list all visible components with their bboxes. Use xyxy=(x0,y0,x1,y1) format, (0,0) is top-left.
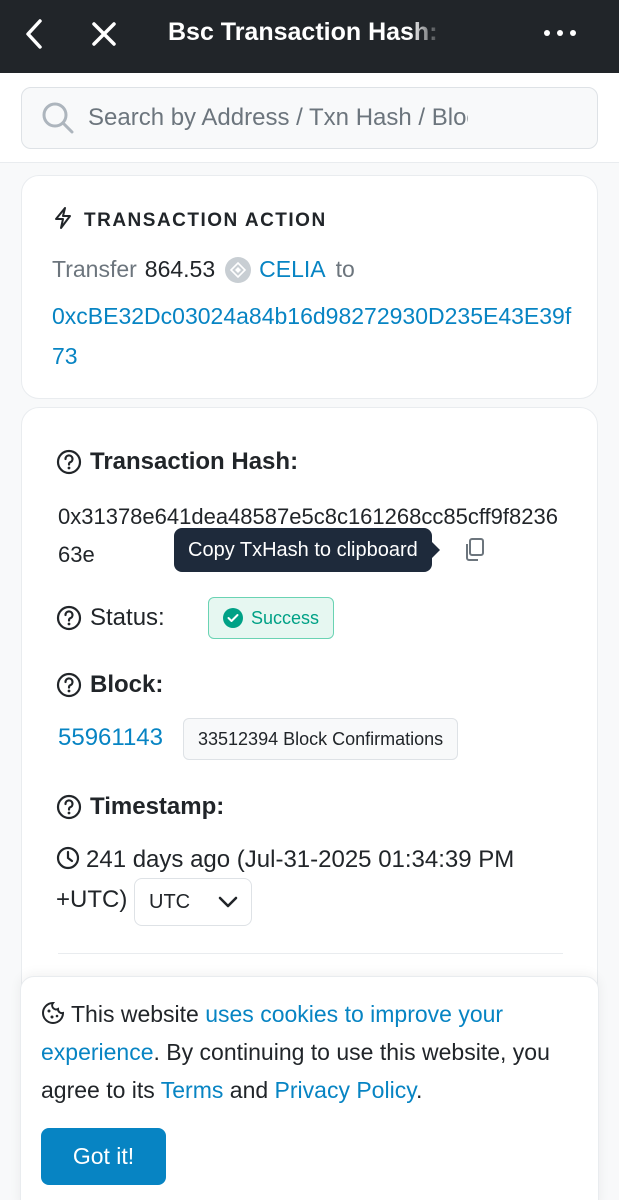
got-it-button[interactable]: Got it! xyxy=(41,1128,166,1185)
lightning-icon xyxy=(52,206,74,235)
cookie-text-and: and xyxy=(223,1077,275,1103)
cookie-icon xyxy=(41,1001,65,1025)
timestamp-text: 241 days ago (Jul-31-2025 01:34:39 PM +U… xyxy=(56,846,515,913)
transaction-action-card: TRANSACTION ACTION Transfer 864.53 CELIA… xyxy=(21,175,598,399)
token-link[interactable]: CELIA xyxy=(259,256,325,283)
copy-icon[interactable] xyxy=(460,535,488,565)
timestamp-row: Timestamp: xyxy=(56,793,224,821)
check-circle-icon xyxy=(223,608,243,628)
transaction-action-label: TRANSACTION ACTION xyxy=(84,209,327,231)
question-circle-icon[interactable] xyxy=(56,672,82,698)
token-logo-icon xyxy=(225,256,252,283)
transaction-hash-row: Transaction Hash: xyxy=(56,448,298,476)
cookie-text-end: . xyxy=(415,1077,423,1103)
page-title: Bsc Transaction Hash: xyxy=(168,18,438,46)
question-circle-icon[interactable] xyxy=(56,605,82,631)
timestamp-value: 241 days ago (Jul-31-2025 01:34:39 PM +U… xyxy=(56,840,566,920)
search-box[interactable] xyxy=(21,87,598,149)
block-confirmations-badge: 33512394 Block Confirmations xyxy=(183,718,459,760)
transfer-summary: Transfer 864.53 CELIA to xyxy=(52,256,355,283)
more-horizontal-icon[interactable] xyxy=(540,18,580,48)
chevron-down-icon xyxy=(218,891,238,914)
block-row: Block: xyxy=(56,671,163,699)
transfer-amount: 864.53 xyxy=(144,256,216,282)
transfer-verb: Transfer xyxy=(52,256,137,282)
question-circle-icon[interactable] xyxy=(56,449,82,475)
cookie-message: This website uses cookies to improve you… xyxy=(41,995,561,1109)
search-strip xyxy=(0,73,619,163)
close-icon[interactable] xyxy=(86,16,122,52)
question-circle-icon[interactable] xyxy=(56,794,82,820)
status-label: Status: xyxy=(90,604,165,631)
terms-link[interactable]: Terms xyxy=(161,1077,224,1103)
timezone-select[interactable]: UTC xyxy=(134,878,252,926)
block-label: Block: xyxy=(90,671,164,698)
transaction-action-heading: TRANSACTION ACTION xyxy=(52,206,327,235)
search-input[interactable] xyxy=(88,104,468,132)
recipient-address-link[interactable]: 0xcBE32Dc03024a84b16d98272930D235E43E39f… xyxy=(52,296,572,376)
divider xyxy=(58,953,563,954)
status-badge: Success xyxy=(208,597,335,639)
block-number-link[interactable]: 55961143 xyxy=(58,724,163,752)
status-row: Status: xyxy=(56,604,165,632)
privacy-policy-link[interactable]: Privacy Policy xyxy=(275,1077,416,1103)
clock-icon xyxy=(56,846,80,870)
timestamp-label: Timestamp: xyxy=(90,793,225,820)
to-word: to xyxy=(335,256,355,282)
search-icon xyxy=(40,100,76,136)
status-text: Success xyxy=(251,607,320,628)
timezone-value: UTC xyxy=(149,890,191,913)
copy-tooltip: Copy TxHash to clipboard xyxy=(174,528,440,572)
cookie-text-start: This website xyxy=(71,1001,206,1027)
cookie-banner: This website uses cookies to improve you… xyxy=(20,976,599,1200)
chevron-left-icon[interactable] xyxy=(18,16,50,52)
transaction-hash-label: Transaction Hash: xyxy=(90,448,299,475)
app-bar: Bsc Transaction Hash: xyxy=(0,0,619,73)
